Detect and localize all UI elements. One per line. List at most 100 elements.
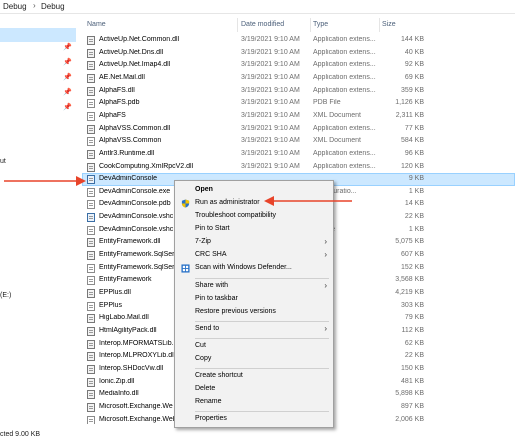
menu-item-restore-previous-versions[interactable]: Restore previous versions xyxy=(177,306,331,319)
menu-item-label: Run as administrator xyxy=(195,199,260,206)
file-icon xyxy=(87,352,95,362)
column-divider[interactable] xyxy=(310,18,311,32)
file-icon xyxy=(87,415,95,424)
file-icon xyxy=(87,314,95,324)
menu-item-share-with[interactable]: Share with › xyxy=(177,280,331,293)
menu-item-run-as-administrator[interactable]: Run as administrator xyxy=(177,197,331,210)
menu-item-pin-to-start[interactable]: Pin to Start xyxy=(177,223,331,236)
file-icon xyxy=(87,124,95,134)
menu-item-copy[interactable]: Copy xyxy=(177,353,331,366)
file-name: AlphaFS.dll xyxy=(99,86,135,94)
menu-item-label: Delete xyxy=(195,385,216,392)
file-size: 144 KB xyxy=(401,36,424,43)
menu-item-label: Rename xyxy=(195,398,222,405)
file-type: Application extens... xyxy=(313,48,376,56)
file-row[interactable]: AlphaVSS.Common 3/19/2021 9:10 AM XML Docu… xyxy=(82,135,515,148)
file-size: 2,006 KB xyxy=(395,415,424,423)
submenu-arrow-icon: › xyxy=(324,281,327,290)
menu-item-create-shortcut[interactable]: Create shortcut xyxy=(177,370,331,383)
file-row[interactable]: Antlr3.Runtime.dll 3/19/2021 9:10 AM Appli… xyxy=(82,148,515,161)
file-icon xyxy=(87,263,95,273)
file-row[interactable]: AE.Net.Mail.dll 3/19/2021 9:10 AM Applicat… xyxy=(82,72,515,85)
file-date-modified: 3/19/2021 9:10 AM xyxy=(241,137,300,145)
file-type: Application extens... xyxy=(313,162,376,170)
column-size[interactable]: Size xyxy=(382,21,396,28)
file-row[interactable]: AlphaVSS.Common.dll 3/19/2021 9:10 AM Appl… xyxy=(82,123,515,136)
file-size: 112 KB xyxy=(401,326,424,334)
menu-item-label: Cut xyxy=(195,342,206,349)
file-date-modified: 3/19/2021 9:10 AM xyxy=(241,48,300,56)
file-date-modified: 3/19/2021 9:10 AM xyxy=(241,36,300,43)
uac-shield-icon xyxy=(181,199,190,208)
menu-item-send-to[interactable]: Send to › xyxy=(177,323,331,336)
file-size: 9 KB xyxy=(408,175,424,183)
breadcrumb-item-debug-2[interactable]: Debug xyxy=(41,2,65,11)
file-icon xyxy=(87,238,95,248)
nav-item-drive[interactable]: (E:) xyxy=(0,292,11,299)
file-type: Application extens... xyxy=(313,86,376,94)
column-divider[interactable] xyxy=(379,18,380,32)
file-size: 62 KB xyxy=(404,339,424,347)
file-size: 14 KB xyxy=(404,200,424,208)
file-size: 77 KB xyxy=(404,124,424,132)
menu-item-open[interactable]: Open xyxy=(177,184,331,197)
file-row[interactable]: CookComputing.XmlRpcV2.dll 3/19/2021 9:10… xyxy=(82,161,515,174)
file-size: 150 KB xyxy=(401,364,424,372)
file-row[interactable]: AlphaFS 3/19/2021 9:10 AM XML Document 2,31… xyxy=(82,110,515,123)
file-size: 5,898 KB xyxy=(395,390,424,398)
file-icon xyxy=(87,61,95,71)
file-name: AlphaVSS.Common xyxy=(99,137,162,145)
file-size: 303 KB xyxy=(401,301,424,309)
file-type: XML Document xyxy=(313,137,361,145)
column-type[interactable]: Type xyxy=(313,21,328,28)
file-date-modified: 3/19/2021 9:10 AM xyxy=(241,162,300,170)
nav-selected-item[interactable] xyxy=(0,28,76,42)
file-icon xyxy=(87,111,95,121)
column-header: Name Date modified Type Size xyxy=(82,18,515,32)
context-menu: Open Run as administrator Troubleshoot c… xyxy=(174,180,334,428)
menu-separator xyxy=(195,411,329,412)
file-size: 1,126 KB xyxy=(395,99,424,107)
column-divider[interactable] xyxy=(237,18,238,32)
menu-item-delete[interactable]: Delete xyxy=(177,383,331,396)
file-row[interactable]: ActiveUp.Net.Imap4.dll 3/19/2021 9:10 AM A… xyxy=(82,59,515,72)
file-icon xyxy=(87,390,95,400)
menu-item-rename[interactable]: Rename xyxy=(177,396,331,409)
column-name[interactable]: Name xyxy=(87,21,106,28)
menu-item-troubleshoot-compatibility[interactable]: Troubleshoot compatibility xyxy=(177,210,331,223)
file-size: 359 KB xyxy=(401,86,424,94)
file-date-modified: 3/19/2021 9:10 AM xyxy=(241,86,300,94)
breadcrumb-item-debug-1[interactable]: Debug xyxy=(3,2,27,11)
submenu-arrow-icon: › xyxy=(324,237,327,246)
file-size: 1 KB xyxy=(408,225,424,233)
file-row[interactable]: ActiveUp.Net.Dns.dll 3/19/2021 9:10 AM App… xyxy=(82,47,515,60)
file-icon xyxy=(87,225,95,235)
file-row[interactable]: AlphaFS.dll 3/19/2021 9:10 AM Application … xyxy=(82,85,515,98)
file-type: PDB File xyxy=(313,99,341,107)
file-size: 5,075 KB xyxy=(395,238,424,246)
menu-item-scan-with-defender[interactable]: Scan with Windows Defender... xyxy=(177,262,331,275)
status-bar: cted 9.00 KB xyxy=(0,428,515,441)
menu-item-7zip[interactable]: 7-Zip › xyxy=(177,236,331,249)
menu-item-label: Create shortcut xyxy=(195,372,243,379)
menu-item-label: Troubleshoot compatibility xyxy=(195,212,277,219)
file-date-modified: 3/19/2021 9:10 AM xyxy=(241,149,300,157)
file-size: 607 KB xyxy=(401,251,424,259)
menu-item-crc-sha[interactable]: CRC SHA › xyxy=(177,249,331,262)
breadcrumb: Debug › Debug xyxy=(0,0,515,14)
file-type: Application extens... xyxy=(313,149,376,157)
menu-item-properties[interactable]: Properties xyxy=(177,413,331,426)
file-size: 897 KB xyxy=(401,402,424,410)
nav-item-fragment[interactable]: ut xyxy=(0,158,6,165)
application-icon xyxy=(87,175,95,185)
file-size: 152 KB xyxy=(401,263,424,271)
menu-item-cut[interactable]: Cut xyxy=(177,340,331,353)
menu-item-label: Pin to Start xyxy=(195,225,230,232)
column-date-modified[interactable]: Date modified xyxy=(241,21,284,28)
file-type: Application extens... xyxy=(313,61,376,69)
file-row[interactable]: AlphaFS.pdb 3/19/2021 9:10 AM PDB File 1,12… xyxy=(82,97,515,110)
file-date-modified: 3/19/2021 9:10 AM xyxy=(241,73,300,81)
file-row[interactable]: ActiveUp.Net.Common.dll 3/19/2021 9:10 AM… xyxy=(82,34,515,47)
file-icon xyxy=(87,187,95,197)
menu-item-pin-to-taskbar[interactable]: Pin to taskbar xyxy=(177,293,331,306)
